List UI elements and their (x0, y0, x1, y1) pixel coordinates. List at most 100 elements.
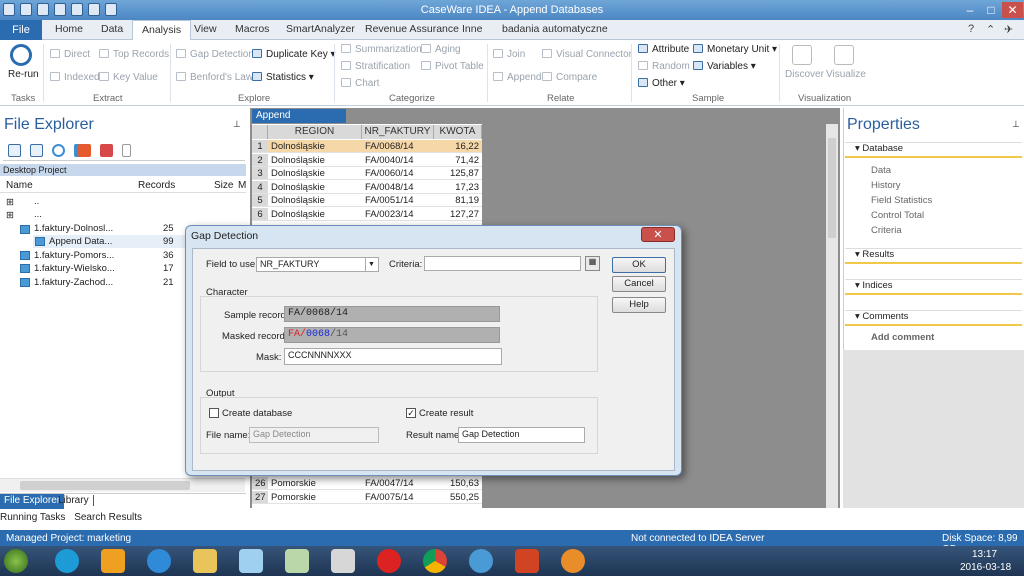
indexed-button[interactable]: Indexed (50, 72, 100, 83)
cell-nr-faktury[interactable]: FA/0023/14 (362, 208, 434, 221)
cell-kwota[interactable]: 550,25 (434, 490, 482, 504)
ok-button[interactable]: OK (612, 257, 666, 273)
row-number[interactable]: 5 (252, 194, 268, 208)
tab-smartanalyzer[interactable]: SmartAnalyzer (286, 23, 355, 35)
list-item[interactable]: 1.faktury-Wielsko... (34, 263, 115, 274)
stratification-button[interactable]: Stratification (341, 61, 410, 72)
compare-button[interactable]: Compare (542, 72, 597, 83)
section-results[interactable]: ▾ Results (845, 248, 1022, 262)
tab-file-explorer[interactable]: File Explorer (0, 494, 65, 509)
cell-nr-faktury[interactable]: FA/0051/14 (362, 194, 434, 208)
tab-view[interactable]: View (194, 23, 217, 35)
chart-button[interactable]: Chart (341, 78, 379, 89)
minimize-ribbon-icon[interactable]: ⌃ (986, 23, 995, 36)
top-records-button[interactable]: Top Records (99, 49, 169, 60)
list-item[interactable]: .. (34, 196, 39, 207)
tab-analysis[interactable]: Analysis (132, 20, 192, 41)
delete-icon[interactable] (100, 144, 113, 157)
visual-connector-button[interactable]: Visual Connector (542, 49, 632, 60)
cell-kwota[interactable]: 127,27 (434, 208, 482, 221)
cell-region[interactable]: Pomorskie (268, 477, 362, 490)
help-button[interactable]: Help (612, 297, 666, 313)
notes-icon[interactable] (239, 549, 263, 573)
expand-icon[interactable]: ⊞ (6, 210, 14, 221)
list-item[interactable]: 1.faktury-Pomors... (34, 250, 114, 261)
aging-button[interactable]: Aging (421, 44, 461, 55)
help-icon[interactable]: ? (968, 23, 974, 35)
rerun-button[interactable]: Re-run (8, 69, 39, 80)
cell-region[interactable]: Dolnośląskie (268, 194, 362, 208)
direct-button[interactable]: Direct (50, 49, 90, 60)
benfords-law-button[interactable]: Benford's Law (176, 72, 253, 83)
cell-kwota[interactable]: 71,42 (434, 153, 482, 167)
cell-region[interactable]: Dolnośląskie (268, 180, 362, 194)
random-button[interactable]: Random (638, 61, 690, 72)
column-header[interactable]: KWOTA (434, 125, 482, 139)
pin-icon[interactable]: ⊥ (233, 119, 241, 130)
create-database-checkbox[interactable] (209, 408, 219, 418)
app-icon[interactable] (285, 549, 309, 573)
outlook-icon[interactable] (101, 549, 125, 573)
close-icon[interactable]: ✕ (641, 227, 675, 242)
tab-revenue-assurance[interactable]: Revenue Assurance (365, 23, 459, 35)
col-name[interactable]: Name (6, 180, 33, 191)
tab-data[interactable]: Data (101, 23, 123, 35)
create-result-checkbox[interactable]: ✓ (406, 408, 416, 418)
paint-icon[interactable] (331, 549, 355, 573)
column-header[interactable]: NR_FAKTURY (362, 125, 434, 139)
cell-kwota[interactable]: 125,87 (434, 167, 482, 181)
powerpoint-icon[interactable] (515, 549, 539, 573)
opera-icon[interactable] (377, 549, 401, 573)
tab-file[interactable]: File (0, 20, 42, 40)
flag-icon[interactable] (78, 144, 91, 157)
folder-icon[interactable] (193, 549, 217, 573)
firefox-icon[interactable] (561, 549, 585, 573)
property-item[interactable]: Data (871, 165, 891, 176)
maximize-icon[interactable]: □ (981, 2, 1001, 18)
horizontal-scrollbar[interactable] (0, 478, 245, 492)
ie-icon[interactable] (147, 549, 171, 573)
col-m[interactable]: M (238, 180, 246, 191)
tab-home[interactable]: Home (55, 23, 83, 35)
minimize-icon[interactable]: – (960, 2, 980, 18)
row-number[interactable]: 2 (252, 153, 268, 167)
row-number[interactable]: 1 (252, 140, 268, 153)
visualize-button[interactable]: Visualize (826, 69, 866, 80)
col-size[interactable]: Size (214, 180, 233, 191)
refresh-icon[interactable] (52, 144, 65, 157)
cell-region[interactable]: Pomorskie (268, 490, 362, 504)
list-item[interactable]: 1.faktury-Zachod... (34, 277, 113, 288)
cell-nr-faktury[interactable]: FA/0047/14 (362, 477, 434, 490)
summarization-button[interactable]: Summarization (341, 44, 422, 55)
cell-nr-faktury[interactable]: FA/0068/14 (362, 140, 434, 153)
discover-button[interactable]: Discover (785, 69, 824, 80)
property-item[interactable]: Field Statistics (871, 195, 932, 206)
skype-icon[interactable] (55, 549, 79, 573)
section-database[interactable]: ▾ Database (845, 142, 1022, 156)
gap-detection-button[interactable]: Gap Detection (176, 49, 254, 60)
tab-library[interactable]: Library (58, 495, 94, 506)
vertical-scrollbar[interactable] (826, 124, 838, 508)
tab-macros[interactable]: Macros (235, 23, 269, 35)
key-value-button[interactable]: Key Value (99, 72, 158, 83)
cell-kwota[interactable]: 150,63 (434, 477, 482, 490)
chevron-down-icon[interactable]: ▼ (365, 258, 377, 271)
calculator-icon[interactable]: ▦ (585, 256, 600, 271)
column-header[interactable]: REGION (268, 125, 362, 139)
result-name-input[interactable]: Gap Detection (458, 427, 585, 443)
property-item[interactable]: History (871, 180, 901, 191)
idea-icon[interactable] (469, 549, 493, 573)
add-comment-link[interactable]: Add comment (871, 332, 934, 343)
new-project-icon[interactable] (8, 144, 21, 157)
rerun-icon[interactable] (10, 44, 32, 66)
expand-icon[interactable]: ⊞ (6, 197, 14, 208)
cell-kwota[interactable]: 81,19 (434, 194, 482, 208)
row-number[interactable]: 3 (252, 167, 268, 181)
criteria-input[interactable] (424, 256, 581, 271)
copy-icon[interactable] (122, 144, 131, 157)
col-records[interactable]: Records (138, 180, 175, 191)
statistics-button[interactable]: Statistics ▾ (252, 72, 314, 83)
list-item[interactable]: ... (34, 209, 42, 220)
pin-icon[interactable]: ✈ (1004, 23, 1013, 36)
file-name-input[interactable]: Gap Detection (249, 427, 379, 443)
